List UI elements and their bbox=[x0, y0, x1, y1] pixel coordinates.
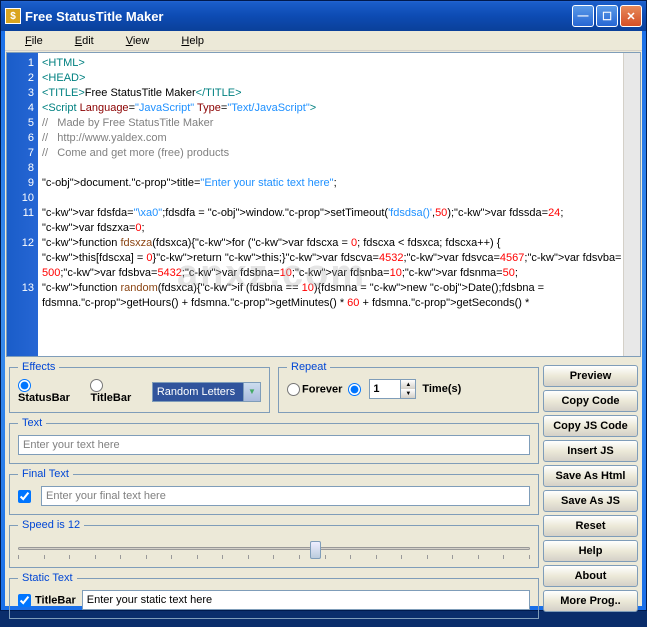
text-group: Text bbox=[9, 417, 539, 464]
menu-file[interactable]: File bbox=[9, 33, 59, 49]
save-as-js-button[interactable]: Save As JS bbox=[543, 490, 638, 512]
text-input[interactable] bbox=[18, 435, 530, 455]
window-controls: — ☐ ✕ bbox=[572, 5, 642, 27]
preview-button[interactable]: Preview bbox=[543, 365, 638, 387]
help-button[interactable]: Help bbox=[543, 540, 638, 562]
more-prog-button[interactable]: More Prog.. bbox=[543, 590, 638, 612]
about-button[interactable]: About bbox=[543, 565, 638, 587]
menu-help[interactable]: Help bbox=[165, 33, 220, 49]
speed-group: Speed is 12 bbox=[9, 519, 539, 568]
final-text-group: Final Text bbox=[9, 468, 539, 515]
repeat-legend: Repeat bbox=[287, 361, 330, 373]
speed-slider[interactable] bbox=[18, 539, 530, 559]
combo-text: Random Letters bbox=[153, 383, 243, 401]
code-editor[interactable]: 12345678910111213 <HTML><HEAD><TITLE>Fre… bbox=[6, 52, 641, 357]
times-label: Time(s) bbox=[422, 383, 461, 395]
repeat-group: Repeat Forever ▲▼ Time(s) bbox=[278, 361, 539, 413]
reset-button[interactable]: Reset bbox=[543, 515, 638, 537]
app-icon: $ bbox=[5, 8, 21, 24]
effect-combo[interactable]: Random Letters ▼ bbox=[152, 382, 261, 402]
effects-group: Effects StatusBar TitleBar Random Letter… bbox=[9, 361, 270, 413]
maximize-button[interactable]: ☐ bbox=[596, 5, 618, 27]
final-checkbox[interactable] bbox=[18, 490, 31, 503]
close-button[interactable]: ✕ bbox=[620, 5, 642, 27]
static-text-group: Static Text TitleBar bbox=[9, 572, 539, 619]
chevron-down-icon[interactable]: ▼ bbox=[243, 383, 260, 401]
copy-js-code-button[interactable]: Copy JS Code bbox=[543, 415, 638, 437]
radio-statusbar[interactable]: StatusBar bbox=[18, 379, 84, 404]
app-window: $ Free StatusTitle Maker — ☐ ✕ File Edit… bbox=[0, 0, 647, 611]
window-title: Free StatusTitle Maker bbox=[25, 9, 572, 24]
insert-js-button[interactable]: Insert JS bbox=[543, 440, 638, 462]
static-legend: Static Text bbox=[18, 572, 77, 584]
text-legend: Text bbox=[18, 417, 46, 429]
effects-legend: Effects bbox=[18, 361, 59, 373]
line-gutter: 12345678910111213 bbox=[7, 53, 38, 356]
radio-titlebar[interactable]: TitleBar bbox=[90, 379, 145, 404]
bottom-panels: Effects StatusBar TitleBar Random Letter… bbox=[5, 357, 642, 627]
menu-view[interactable]: View bbox=[110, 33, 166, 49]
vertical-scrollbar[interactable] bbox=[623, 53, 640, 356]
static-text-input[interactable] bbox=[82, 590, 530, 610]
options-panel: Effects StatusBar TitleBar Random Letter… bbox=[9, 361, 539, 623]
menubar: File Edit View Help bbox=[5, 31, 642, 51]
radio-forever[interactable]: Forever bbox=[287, 383, 342, 396]
code-area[interactable]: <HTML><HEAD><TITLE>Free StatusTitle Make… bbox=[38, 53, 623, 356]
repeat-count-spinner[interactable]: ▲▼ bbox=[369, 379, 416, 399]
action-buttons: Preview Copy Code Copy JS Code Insert JS… bbox=[543, 361, 638, 623]
client-area: File Edit View Help 12345678910111213 <H… bbox=[5, 31, 642, 606]
spin-down-icon[interactable]: ▼ bbox=[401, 389, 415, 398]
final-text-input[interactable] bbox=[41, 486, 530, 506]
titlebar[interactable]: $ Free StatusTitle Maker — ☐ ✕ bbox=[1, 1, 646, 31]
repeat-count-input[interactable] bbox=[370, 380, 400, 398]
radio-count[interactable] bbox=[348, 383, 363, 396]
save-as-html-button[interactable]: Save As Html bbox=[543, 465, 638, 487]
final-legend: Final Text bbox=[18, 468, 73, 480]
speed-legend: Speed is 12 bbox=[18, 519, 84, 531]
minimize-button[interactable]: — bbox=[572, 5, 594, 27]
spin-up-icon[interactable]: ▲ bbox=[401, 380, 415, 389]
copy-code-button[interactable]: Copy Code bbox=[543, 390, 638, 412]
menu-edit[interactable]: Edit bbox=[59, 33, 110, 49]
static-titlebar-checkbox[interactable]: TitleBar bbox=[18, 594, 76, 607]
